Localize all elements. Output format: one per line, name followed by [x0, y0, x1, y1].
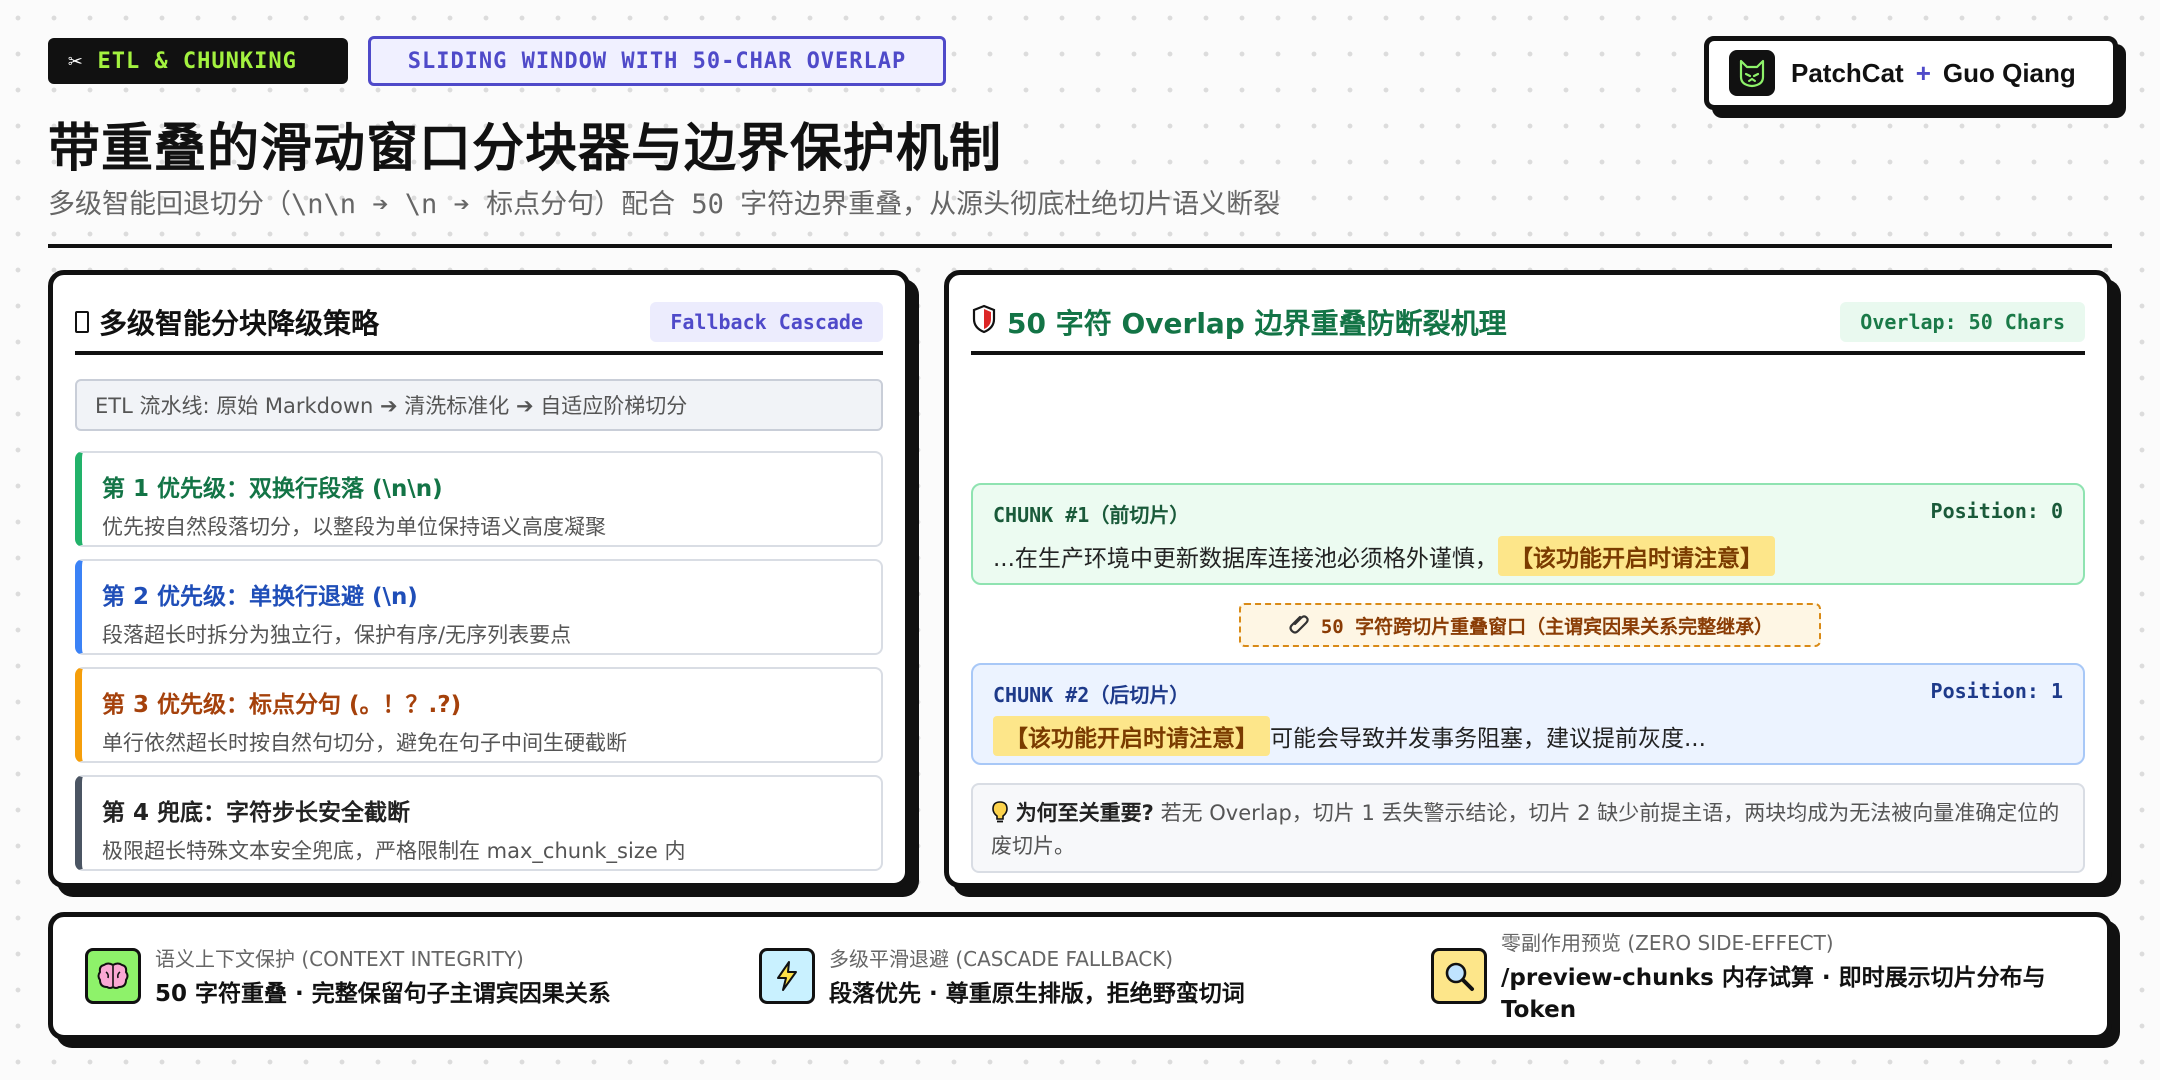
sliding-window-tag: SLIDING WINDOW WITH 50-CHAR OVERLAP [368, 36, 946, 86]
magnifier-icon [1431, 948, 1487, 1004]
why-it-matters-note: 为何至关重要? 若无 Overlap，切片 1 丢失警示结论，切片 2 缺少前提… [971, 783, 2085, 873]
chunk-2-label: CHUNK #2（后切片） [993, 683, 1190, 707]
overlap-chars-badge: Overlap: 50 Chars [1840, 302, 2085, 342]
page-title: 带重叠的滑动窗口分块器与边界保护机制 [48, 119, 1003, 179]
box-icon [75, 311, 89, 333]
why-title: 为何至关重要? [1015, 801, 1154, 825]
overlap-mechanism-panel: 50 字符 Overlap 边界重叠防断裂机理 Overlap: 50 Char… [944, 270, 2112, 888]
level-desc: 极限超长特殊文本安全兜底，严格限制在 max_chunk_size 内 [102, 839, 686, 863]
chunk-1-position: Position: 0 [1930, 499, 2063, 523]
lightbulb-icon [991, 801, 1016, 825]
chunk-2-card: CHUNK #2（后切片） Position: 1 【该功能开启时请注意】 可能… [971, 663, 2085, 765]
cat-logo-icon [1729, 50, 1775, 96]
priority-level-1: 第 1 优先级：双换行段落 (\n\n) 优先按自然段落切分，以整段为单位保持语… [75, 451, 883, 547]
page-subtitle: 多级智能回退切分（\n\n ➔ \n ➔ 标点分句）配合 50 字符边界重叠，从… [48, 189, 1281, 220]
right-panel-title: 50 字符 Overlap 边界重叠防断裂机理 [1007, 307, 1507, 340]
paperclip-icon [1287, 611, 1311, 640]
feature-value: 50 字符重叠 · 完整保留句子主谓宾因果关系 [155, 980, 611, 1007]
feature-label: 多级平滑退避 (CASCADE FALLBACK) [829, 946, 1174, 971]
fallback-strategy-panel: 多级智能分块降级策略 Fallback Cascade ETL 流水线: 原始 … [48, 270, 910, 888]
overlap-window-note: 50 字符跨切片重叠窗口（主谓宾因果关系完整继承） [1239, 603, 1821, 647]
feature-label: 语义上下文保护 (CONTEXT INTEGRITY) [155, 946, 524, 971]
level-title: 第 3 优先级：标点分句 (。！？.?) [102, 692, 462, 718]
tag-secondary-label: SLIDING WINDOW WITH 50-CHAR OVERLAP [407, 48, 907, 74]
right-panel-header: 50 字符 Overlap 边界重叠防断裂机理 Overlap: 50 Char… [971, 293, 2085, 355]
tag-primary-label: ETL & CHUNKING [97, 48, 297, 74]
feature-value: /preview-chunks 内存试算 · 即时展示切片分布与 Token [1501, 964, 2046, 1023]
brand-partner: Guo Qiang [1942, 57, 2076, 88]
chunk-1-label: CHUNK #1（前切片） [993, 503, 1190, 527]
level-desc: 单行依然超长时按自然句切分，避免在句子中间生硬截断 [102, 731, 627, 755]
feature-value: 段落优先 · 尊重原生排版，拒绝野蛮切词 [829, 980, 1245, 1007]
header-divider [48, 244, 2112, 248]
feature-label: 零副作用预览 (ZERO SIDE-EFFECT) [1501, 930, 1834, 955]
chunk-2-position: Position: 1 [1930, 679, 2063, 703]
priority-level-3: 第 3 优先级：标点分句 (。！？.?) 单行依然超长时按自然句切分，避免在句子… [75, 667, 883, 763]
fallback-cascade-badge: Fallback Cascade [650, 302, 883, 342]
scissors-icon: ✂ [68, 47, 84, 75]
overlap-window-label: 50 字符跨切片重叠窗口（主谓宾因果关系完整继承） [1320, 615, 1774, 638]
feature-footer: 语义上下文保护 (CONTEXT INTEGRITY) 50 字符重叠 · 完整… [48, 912, 2112, 1040]
brain-icon [85, 948, 141, 1004]
level-title: 第 4 兜底：字符步长安全截断 [102, 800, 411, 826]
etl-chunking-tag: ✂ ETL & CHUNKING [48, 38, 348, 84]
brand-card: PatchCat + Guo Qiang [1704, 36, 2118, 110]
lightning-icon [759, 948, 815, 1004]
etl-pipeline-note: ETL 流水线: 原始 Markdown ➔ 清洗标准化 ➔ 自适应阶梯切分 [75, 379, 883, 431]
chunk-1-text: ...在生产环境中更新数据库连接池必须格外谨慎， [993, 546, 1498, 572]
level-desc: 优先按自然段落切分，以整段为单位保持语义高度凝聚 [102, 515, 606, 539]
chunk-2-overlap-highlight: 【该功能开启时请注意】 [993, 716, 1270, 756]
priority-level-4: 第 4 兜底：字符步长安全截断 极限超长特殊文本安全兜底，严格限制在 max_c… [75, 775, 883, 871]
brand-name: PatchCat [1791, 57, 1904, 88]
level-title: 第 1 优先级：双换行段落 (\n\n) [102, 476, 443, 502]
level-title: 第 2 优先级：单换行退避 (\n) [102, 584, 418, 610]
level-desc: 段落超长时拆分为独立行，保护有序/无序列表要点 [102, 623, 572, 647]
feature-cascade-fallback: 多级平滑退避 (CASCADE FALLBACK) 段落优先 · 尊重原生排版，… [759, 917, 1399, 1035]
feature-zero-side-effect: 零副作用预览 (ZERO SIDE-EFFECT) /preview-chunk… [1431, 917, 2091, 1035]
feature-context-integrity: 语义上下文保护 (CONTEXT INTEGRITY) 50 字符重叠 · 完整… [85, 917, 725, 1035]
chunk-2-text: 可能会导致并发事务阻塞，建议提前灰度... [1270, 726, 1706, 752]
left-panel-title: 多级智能分块降级策略 [99, 307, 380, 340]
shield-icon [971, 304, 997, 341]
left-panel-header: 多级智能分块降级策略 Fallback Cascade [75, 293, 883, 355]
brand-plus: + [1915, 57, 1931, 88]
priority-level-2: 第 2 优先级：单换行退避 (\n) 段落超长时拆分为独立行，保护有序/无序列表… [75, 559, 883, 655]
chunk-1-overlap-highlight: 【该功能开启时请注意】 [1497, 536, 1775, 576]
chunk-1-card: CHUNK #1（前切片） Position: 0 ...在生产环境中更新数据库… [971, 483, 2085, 585]
